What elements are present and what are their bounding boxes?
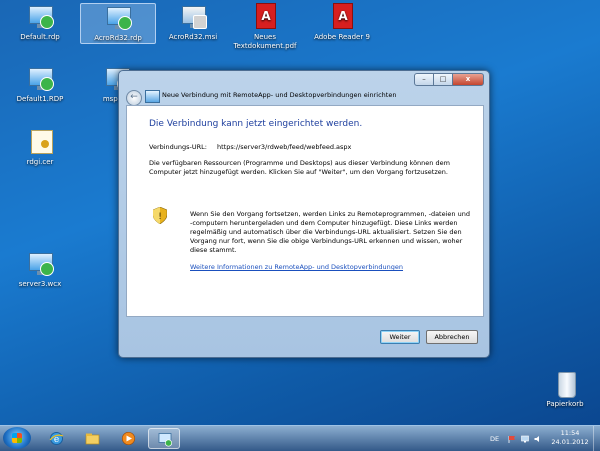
minimize-button[interactable]: – [414, 73, 434, 86]
page-heading: Die Verbindung kann jetzt eingerichtet w… [149, 119, 363, 129]
desktop-icon-label: Default1.RDP [16, 95, 64, 103]
desktop-icon-label: server3.wcx [18, 280, 62, 288]
taskbar-remoteapp-wizard[interactable] [148, 428, 180, 449]
next-button[interactable]: Weiter [380, 330, 420, 344]
action-center-flag-icon[interactable] [508, 435, 516, 443]
language-indicator[interactable]: DE [490, 435, 499, 443]
button-bar: Weiter Abbrechen [126, 316, 482, 352]
desktop-icon-acrord32-rdp[interactable]: AcroRd32.rdp [80, 3, 156, 44]
desktop-icon-label: AcroRd32.rdp [94, 34, 142, 42]
network-icon[interactable] [521, 435, 529, 443]
volume-icon[interactable] [534, 435, 542, 443]
explorer-folder-icon [85, 433, 100, 445]
desktop-icon-label: AcroRd32.msi [168, 33, 218, 41]
adobe-reader-icon: A [328, 3, 356, 31]
rdp-file-icon [26, 65, 54, 93]
taskbar-explorer[interactable] [76, 428, 108, 449]
start-button[interactable] [3, 427, 31, 449]
window-controls: – □ x [414, 73, 484, 86]
rdp-file-icon [26, 3, 54, 31]
url-label: Verbindungs-URL: [149, 143, 207, 151]
clock-time: 11:54 [560, 429, 580, 437]
maximize-button[interactable]: □ [433, 73, 453, 86]
remoteapp-wizard-icon [158, 433, 173, 447]
window-title: Neue Verbindung mit RemoteApp- und Deskt… [162, 91, 397, 99]
cancel-button[interactable]: Abbrechen [426, 330, 478, 344]
wizard-content: Die Verbindung kann jetzt eingerichtet w… [126, 105, 484, 317]
media-player-icon [121, 431, 136, 446]
desktop-icon-label: Adobe Reader 9 [314, 33, 370, 41]
back-button[interactable]: ← [126, 90, 142, 106]
desktop-icon-label: Default.rdp [20, 33, 60, 41]
desktop-icon-default1-rdp[interactable]: Default1.RDP [3, 65, 77, 104]
desktop-icon-label: rdgi.cer [26, 158, 54, 166]
system-clock[interactable]: 11:54 24.01.2012 [548, 429, 592, 447]
pdf-file-icon: A [251, 3, 279, 31]
recycle-bin-icon [551, 370, 579, 398]
clock-date: 24.01.2012 [551, 438, 589, 446]
taskbar-media-player[interactable] [112, 428, 144, 449]
desktop-icon-adobe-reader-9[interactable]: A Adobe Reader 9 [305, 3, 379, 42]
rdp-file-icon [26, 250, 54, 278]
desktop-icon-default-rdp[interactable]: Default.rdp [3, 3, 77, 42]
internet-explorer-icon: e [49, 432, 64, 445]
rdp-file-icon [104, 4, 132, 32]
desktop-icon-neues-textdokument-pdf[interactable]: A Neues Textdokument.pdf [228, 3, 302, 51]
svg-text:!: ! [158, 212, 162, 222]
desktop-icon-rdgi-cer[interactable]: rdgi.cer [3, 128, 77, 167]
desktop-icon-papierkorb[interactable]: Papierkorb [528, 370, 600, 409]
desktop: Default.rdp AcroRd32.rdp AcroRd32.msi A … [0, 0, 600, 425]
title-bar[interactable]: ← Neue Verbindung mit RemoteApp- und Des… [119, 71, 489, 106]
certificate-icon [26, 128, 54, 156]
more-info-link[interactable]: Weitere Informationen zu RemoteApp- und … [190, 263, 403, 271]
installer-icon [179, 3, 207, 31]
desktop-icon-label: Neues Textdokument.pdf [233, 33, 297, 50]
url-value: https://server3/rdweb/feed/webfeed.aspx [217, 143, 352, 151]
description-text: Die verfügbaren Ressourcen (Programme un… [149, 159, 450, 176]
desktop-icon-acrord32-msi[interactable]: AcroRd32.msi [156, 3, 230, 42]
taskbar: e DE 11:54 24.01.2012 [0, 425, 600, 451]
taskbar-internet-explorer[interactable]: e [40, 428, 72, 449]
remoteapp-wizard-window: ← Neue Verbindung mit RemoteApp- und Des… [118, 70, 490, 358]
close-button[interactable]: x [452, 73, 484, 86]
security-shield-icon: ! [153, 207, 167, 224]
desktop-icon-label: Papierkorb [546, 400, 584, 408]
remoteapp-icon [145, 90, 160, 103]
security-warning-text: Wenn Sie den Vorgang fortsetzen, werden … [190, 210, 470, 254]
show-desktop-button[interactable] [593, 426, 600, 451]
desktop-icon-server3-wcx[interactable]: server3.wcx [3, 250, 77, 289]
